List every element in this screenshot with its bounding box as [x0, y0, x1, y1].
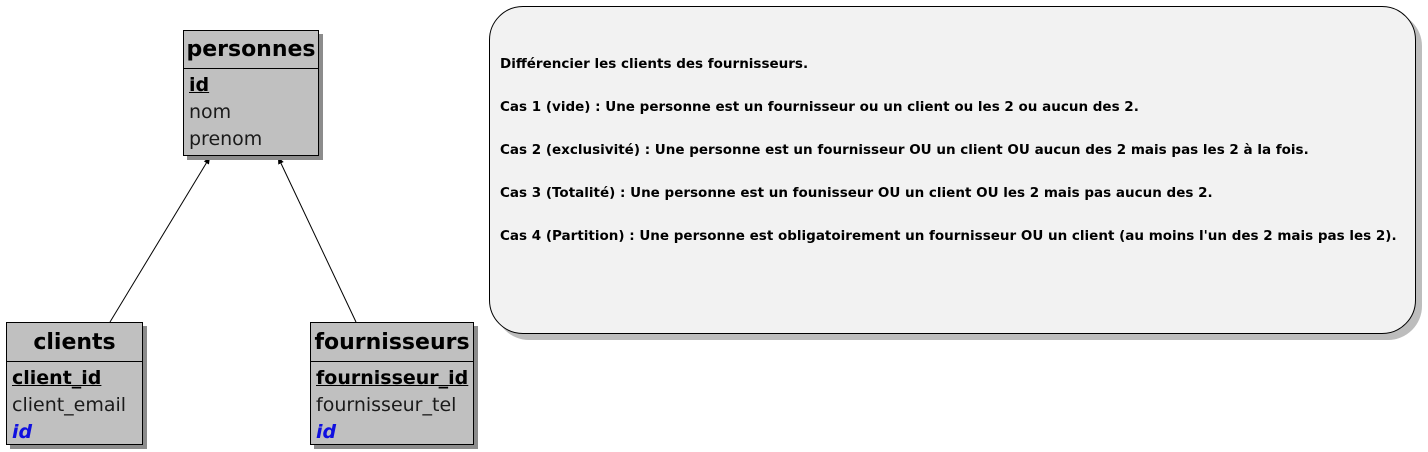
note-line: Cas 1 (vide) : Une personne est un fourn… — [500, 99, 1139, 115]
attribute: prenom — [189, 128, 263, 150]
entity-fournisseurs[interactable]: fournisseurs fournisseur_id fournisseur_… — [310, 322, 474, 445]
attribute-list: id nom prenom — [184, 69, 318, 153]
entity-title: fournisseurs — [311, 323, 473, 362]
note-box[interactable]: Différencier les clients des fournisseur… — [489, 6, 1416, 334]
attribute-list: fournisseur_id fournisseur_tel id — [311, 362, 473, 446]
attribute-primary-key: client_id — [12, 367, 102, 389]
entity-clients[interactable]: clients client_id client_email id — [6, 322, 143, 445]
attribute-primary-key: id — [189, 74, 210, 96]
attribute-foreign-key: id — [316, 421, 337, 443]
note-line: Différencier les clients des fournisseur… — [500, 56, 809, 72]
note-line: Cas 2 (exclusivité) : Une personne est u… — [500, 142, 1309, 158]
attribute: nom — [189, 101, 232, 123]
entity-title: clients — [7, 323, 142, 362]
entity-personnes[interactable]: personnes id nom prenom — [183, 30, 319, 156]
relation-clients-personnes — [109, 156, 211, 323]
attribute-foreign-key: id — [12, 421, 33, 443]
entity-title: personnes — [184, 31, 318, 69]
attribute-list: client_id client_email id — [7, 362, 142, 446]
attribute: fournisseur_tel — [316, 394, 457, 416]
note-line: Cas 3 (Totalité) : Une personne est un f… — [500, 185, 1213, 201]
relation-fournisseurs-personnes — [277, 156, 357, 323]
note-line: Cas 4 (Partition) : Une personne est obl… — [500, 228, 1397, 244]
attribute-primary-key: fournisseur_id — [316, 367, 469, 389]
attribute: client_email — [12, 394, 127, 416]
